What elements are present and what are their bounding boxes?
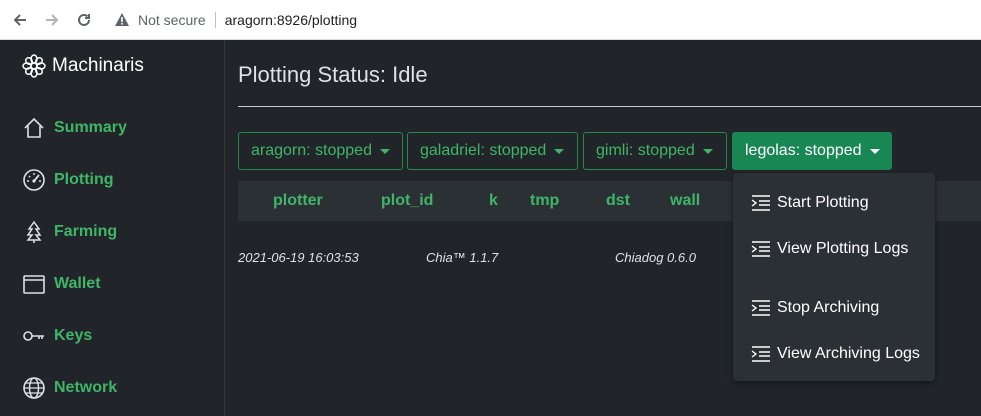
worker-dropdown-legolas[interactable]: legolas: stopped xyxy=(732,132,892,170)
flower-icon xyxy=(22,54,46,78)
brand-name: Machinaris xyxy=(52,55,144,76)
arrow-left-icon xyxy=(13,13,26,26)
column-header-tmp[interactable]: tmp xyxy=(530,192,559,210)
menu-item-view-archiving-logs[interactable]: View Archiving Logs xyxy=(751,345,920,363)
worker-label: aragorn: stopped xyxy=(251,142,372,159)
globe-icon xyxy=(23,377,45,399)
column-header-k[interactable]: k xyxy=(489,192,498,210)
menu-item-view-plotting-logs[interactable]: View Plotting Logs xyxy=(751,240,908,258)
sidebar-item-wallet[interactable]: Wallet xyxy=(22,272,101,296)
sidebar-item-label: Summary xyxy=(54,119,127,136)
address-bar[interactable]: Not secure aragorn:8926/plotting xyxy=(114,6,357,34)
worker-dropdown-galadriel[interactable]: galadriel: stopped xyxy=(407,132,578,170)
menu-item-stop-archiving[interactable]: Stop Archiving xyxy=(751,299,879,317)
page-title: Plotting Status: Idle xyxy=(238,62,428,87)
sidebar-item-label: Keys xyxy=(54,327,93,344)
sidebar-item-label: Network xyxy=(54,379,118,396)
speedometer-icon xyxy=(23,169,45,191)
sidebar-item-keys[interactable]: Keys xyxy=(22,324,92,348)
reload-button[interactable] xyxy=(68,4,100,36)
key-icon xyxy=(23,331,44,341)
sidebar-item-network[interactable]: Network xyxy=(22,376,117,400)
worker-dropdown-aragorn[interactable]: aragorn: stopped xyxy=(238,132,403,170)
title-divider xyxy=(238,106,981,107)
sidebar-item-label: Farming xyxy=(54,223,118,240)
caret-down-icon xyxy=(379,148,390,154)
reload-icon xyxy=(78,13,90,26)
sidebar-item-plotting[interactable]: Plotting xyxy=(22,168,114,192)
sidebar-item-label: Wallet xyxy=(54,275,101,292)
column-header-wall[interactable]: wall xyxy=(670,192,700,210)
menu-item-label: View Plotting Logs xyxy=(777,240,909,257)
table-cell-version: Chia™ 1.1.7 xyxy=(426,250,499,265)
column-header-plot-id[interactable]: plot_id xyxy=(381,192,433,210)
column-header-plotter[interactable]: plotter xyxy=(273,192,323,210)
menu-item-start-plotting[interactable]: Start Plotting xyxy=(751,194,869,212)
sidebar-item-farming[interactable]: Farming xyxy=(22,220,117,244)
menu-item-label: View Archiving Logs xyxy=(777,345,920,362)
browser-toolbar: Not secure aragorn:8926/plotting xyxy=(0,0,981,40)
tree-icon xyxy=(26,220,42,243)
caret-down-icon xyxy=(702,148,713,154)
security-label: Not secure xyxy=(138,11,206,28)
forward-button[interactable] xyxy=(36,4,68,36)
worker-label: galadriel: stopped xyxy=(420,142,547,159)
column-header-dst[interactable]: dst xyxy=(606,192,630,210)
back-button[interactable] xyxy=(4,4,36,36)
text-indent-icon xyxy=(751,300,770,316)
arrow-right-icon xyxy=(46,13,59,26)
worker-action-menu: Start Plotting View Plotting Logs Stop A… xyxy=(733,173,935,381)
sidebar-item-label: Plotting xyxy=(54,171,114,188)
url-text[interactable]: aragorn:8926/plotting xyxy=(225,12,357,28)
worker-label: gimli: stopped xyxy=(596,142,695,159)
sidebar-item-summary[interactable]: Summary xyxy=(22,116,127,140)
worker-label: legolas: stopped xyxy=(745,142,862,159)
house-icon xyxy=(24,117,44,138)
caret-down-icon xyxy=(869,148,880,154)
wallet-icon xyxy=(23,275,45,294)
table-cell-timestamp: 2021-06-19 16:03:53 xyxy=(238,250,359,265)
brand[interactable]: Machinaris xyxy=(22,54,144,78)
warning-icon xyxy=(115,13,129,26)
table-cell-monitor: Chiadog 0.6.0 xyxy=(615,250,696,265)
sidebar: Machinaris Summary Plotting Farming Wall… xyxy=(0,40,225,416)
text-indent-icon xyxy=(751,241,770,257)
text-indent-icon xyxy=(751,346,770,362)
menu-item-label: Stop Archiving xyxy=(777,299,880,316)
caret-down-icon xyxy=(554,148,565,154)
menu-item-label: Start Plotting xyxy=(777,194,869,211)
worker-dropdown-gimli[interactable]: gimli: stopped xyxy=(583,132,727,170)
address-divider xyxy=(214,11,216,28)
text-indent-icon xyxy=(751,195,770,211)
